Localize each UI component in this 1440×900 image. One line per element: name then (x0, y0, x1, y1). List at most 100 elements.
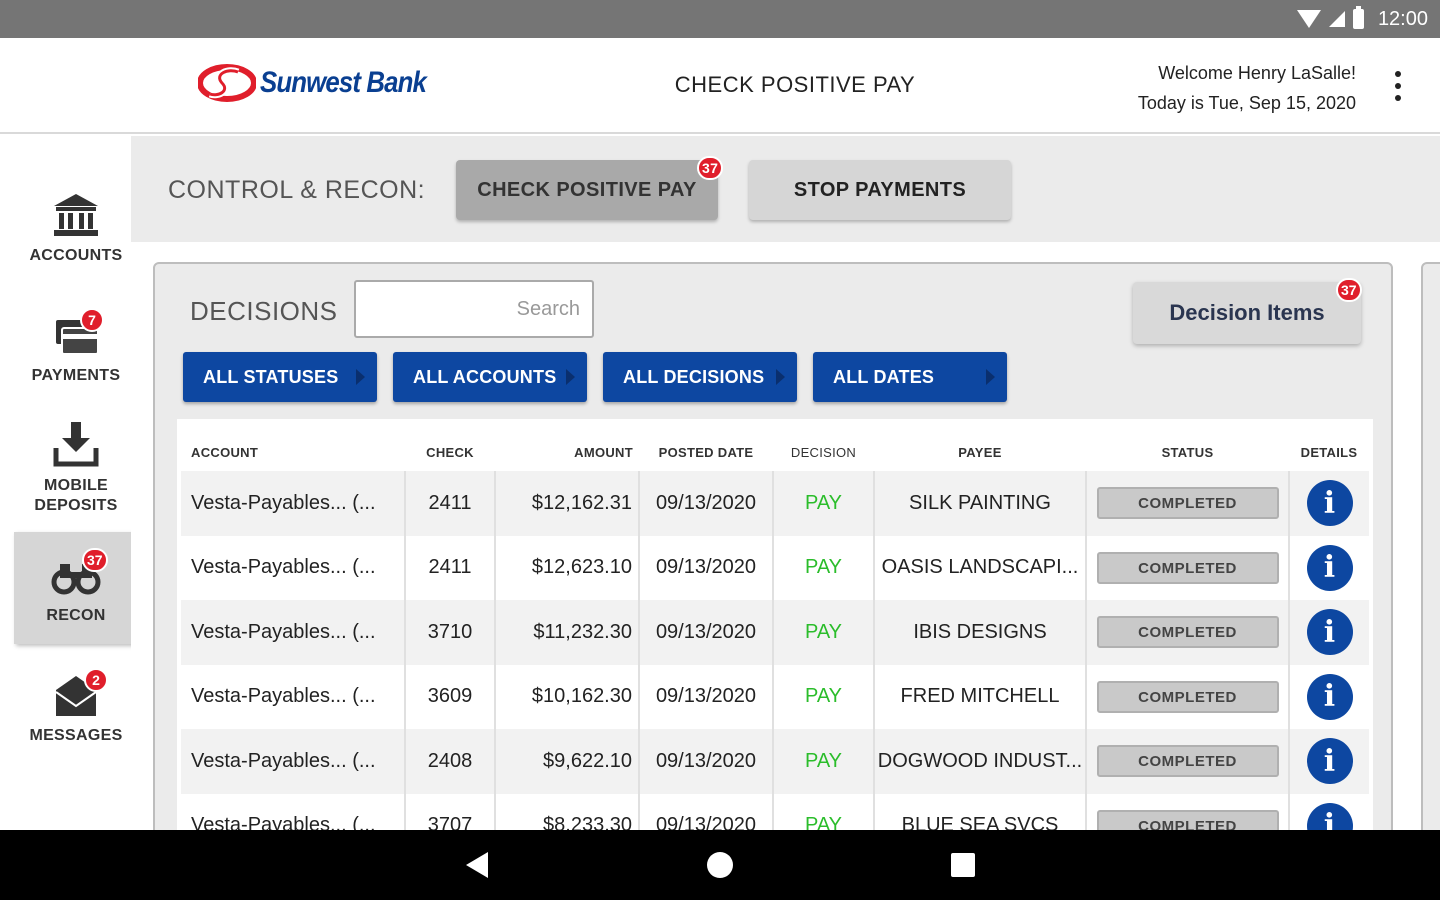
info-icon[interactable]: i (1306, 738, 1353, 785)
table-row[interactable]: Vesta-Payables... (... 2411 $12,162.31 0… (181, 471, 1369, 536)
signal-icon (1328, 11, 1345, 27)
cell-details: i (1288, 471, 1369, 536)
col-amount[interactable]: AMOUNT (495, 419, 639, 471)
cell-details: i (1288, 535, 1369, 600)
table-row[interactable]: Vesta-Payables... (... 2408 $9,622.10 09… (181, 729, 1369, 794)
logo-text: Sunwest Bank (260, 66, 427, 99)
cell-amount: $12,162.31 (494, 471, 639, 536)
android-nav-bar (0, 830, 1440, 900)
status-icons: 12:00 (1296, 0, 1428, 38)
tab-stop-payments[interactable]: STOP PAYMENTS (749, 160, 1011, 220)
sidebar-item-recon[interactable]: 37 RECON (14, 532, 148, 644)
cell-amount: $9,622.10 (494, 729, 639, 794)
sidebar-item-payments[interactable]: 7 PAYMENTS (14, 292, 138, 404)
cell-decision: PAY (772, 471, 874, 536)
cell-decision: PAY (772, 535, 874, 600)
cell-amount: $10,162.30 (494, 664, 639, 729)
cell-status: COMPLETED (1085, 729, 1289, 794)
cell-payee: DOGWOOD INDUST... (873, 729, 1086, 794)
info-icon[interactable]: i (1306, 673, 1353, 720)
cell-details: i (1288, 729, 1369, 794)
overflow-menu-icon[interactable] (1394, 71, 1402, 101)
cell-decision: PAY (772, 600, 874, 665)
col-check[interactable]: CHECK (405, 419, 495, 471)
status-badge: COMPLETED (1096, 551, 1279, 584)
cell-check: 2408 (404, 729, 495, 794)
cell-payee: SILK PAINTING (873, 471, 1086, 536)
download-icon (53, 422, 99, 467)
wifi-icon (1296, 10, 1321, 28)
cell-amount: $12,623.10 (494, 535, 639, 600)
recon-badge: 37 (82, 548, 108, 572)
cell-account: Vesta-Payables... (... (181, 600, 405, 665)
tab-label: CHECK POSITIVE PAY (477, 178, 697, 201)
cell-check: 2411 (404, 535, 495, 600)
caret-right-icon (776, 369, 785, 385)
table-row[interactable]: Vesta-Payables... (... 2411 $12,623.10 0… (181, 535, 1369, 600)
sidebar-item-accounts[interactable]: ACCOUNTS (14, 172, 138, 284)
bank-icon (54, 194, 98, 236)
sidebar-item-mobile-deposits[interactable]: MOBILE DEPOSITS (14, 412, 138, 524)
col-account[interactable]: ACCOUNT (181, 419, 405, 471)
app-header: Sunwest Bank CHECK POSITIVE PAY Welcome … (0, 38, 1440, 134)
cell-account: Vesta-Payables... (... (181, 664, 405, 729)
battery-icon (1352, 6, 1364, 29)
decision-items-badge: 37 (1336, 278, 1362, 302)
sidebar-item-label: ACCOUNTS (29, 247, 123, 264)
recent-apps-icon[interactable] (951, 853, 975, 877)
caret-right-icon (566, 369, 575, 385)
col-payee[interactable]: PAYEE (874, 419, 1086, 471)
cell-account: Vesta-Payables... (... (181, 535, 405, 600)
col-decision[interactable]: DECISION (773, 419, 874, 471)
welcome-text: Welcome Henry LaSalle! (1158, 63, 1356, 83)
table-row[interactable]: Vesta-Payables... (... 3710 $11,232.30 0… (181, 600, 1369, 665)
decisions-panel: DECISIONS Decision Items 37 ALL STATUSES… (153, 262, 1393, 862)
status-time: 12:00 (1377, 7, 1428, 30)
check-positive-pay-badge: 37 (697, 156, 724, 180)
info-icon[interactable]: i (1306, 480, 1353, 527)
decision-items-button[interactable]: Decision Items 37 (1133, 278, 1362, 344)
sidebar-item-label: MESSAGES (29, 727, 123, 744)
caret-right-icon (986, 369, 995, 385)
date-text: Today is Tue, Sep 15, 2020 (1137, 93, 1356, 113)
messages-badge: 2 (84, 668, 108, 692)
filter-label: ALL STATUSES (203, 366, 339, 387)
back-icon[interactable] (466, 852, 488, 878)
filter-label: ALL DATES (833, 366, 935, 387)
search-input[interactable] (354, 280, 594, 338)
filter-all-accounts[interactable]: ALL ACCOUNTS (393, 352, 587, 402)
sidebar-item-label: RECON (46, 607, 106, 624)
cell-decision: PAY (772, 729, 874, 794)
cards-icon-wrap: 7 (50, 308, 104, 360)
tab-check-positive-pay[interactable]: CHECK POSITIVE PAY 37 (456, 156, 724, 220)
cell-decision: PAY (772, 664, 874, 729)
cell-posted-date: 09/13/2020 (638, 535, 773, 600)
info-icon[interactable]: i (1306, 609, 1353, 656)
status-badge: COMPLETED (1096, 745, 1279, 778)
col-posted-date[interactable]: POSTED DATE (639, 419, 773, 471)
cell-status: COMPLETED (1085, 600, 1289, 665)
cell-check: 3609 (404, 664, 495, 729)
decisions-table: ACCOUNT CHECK AMOUNT POSTED DATE DECISIO… (177, 419, 1373, 859)
filter-all-decisions[interactable]: ALL DECISIONS (603, 352, 797, 402)
sunwest-logo[interactable]: Sunwest Bank (198, 64, 453, 102)
cell-status: COMPLETED (1085, 471, 1289, 536)
sidebar: ACCOUNTS 7 PAYMENTS MOBILE DEPOSITS 37 R… (0, 136, 148, 830)
table-header-row: ACCOUNT CHECK AMOUNT POSTED DATE DECISIO… (181, 419, 1369, 471)
cell-status: COMPLETED (1085, 535, 1289, 600)
filter-all-statuses[interactable]: ALL STATUSES (183, 352, 377, 402)
status-badge: COMPLETED (1096, 680, 1279, 713)
android-status-bar: 12:00 (0, 0, 1440, 38)
table-row[interactable]: Vesta-Payables... (... 3609 $10,162.30 0… (181, 664, 1369, 729)
cell-payee: FRED MITCHELL (873, 664, 1086, 729)
sidebar-item-label: PAYMENTS (31, 367, 121, 384)
info-icon[interactable]: i (1306, 544, 1353, 591)
caret-right-icon (356, 369, 365, 385)
filter-all-dates[interactable]: ALL DATES (813, 352, 1007, 402)
home-icon[interactable] (707, 852, 733, 878)
recon-label: CONTROL & RECON: (168, 176, 426, 204)
cell-posted-date: 09/13/2020 (638, 664, 773, 729)
col-status[interactable]: STATUS (1086, 419, 1289, 471)
cell-posted-date: 09/13/2020 (638, 729, 773, 794)
sidebar-item-messages[interactable]: 2 MESSAGES (14, 652, 138, 764)
